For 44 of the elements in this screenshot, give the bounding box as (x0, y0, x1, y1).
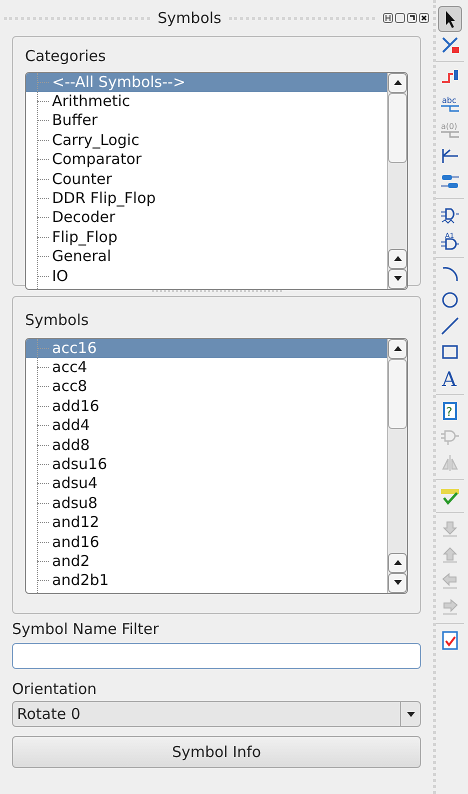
list-item[interactable]: and16 (26, 532, 387, 552)
list-item[interactable]: and12 (26, 513, 387, 532)
up-arrow-icon (394, 560, 402, 565)
list-item[interactable]: Decoder (26, 208, 387, 228)
list-item[interactable]: Carry_Logic (26, 130, 387, 150)
pointer-icon[interactable] (438, 6, 462, 32)
list-item[interactable]: Buffer (26, 111, 387, 131)
float-icon[interactable] (383, 13, 394, 23)
list-item[interactable]: add8 (26, 435, 387, 455)
up-arrow-icon (394, 80, 402, 85)
list-item[interactable]: adsu8 (26, 494, 387, 514)
panel-title: Symbols (158, 8, 222, 29)
list-item[interactable]: Comparator (26, 150, 387, 170)
list-item[interactable]: add4 (26, 416, 387, 436)
filter-input[interactable] (12, 642, 421, 668)
field-label: Symbol Name Filter (12, 619, 159, 640)
close-icon[interactable] (419, 13, 430, 23)
section-label: Categories (24, 46, 107, 67)
down-arrow-icon (394, 276, 402, 281)
symbol-info-button[interactable]: Symbol Info (12, 736, 421, 768)
orientation-dropdown[interactable]: Rotate 0 (12, 701, 421, 727)
list-item[interactable]: Flip_Flop (26, 228, 387, 248)
list-item[interactable]: add16 (26, 396, 387, 416)
list-item[interactable]: General (26, 247, 387, 266)
list-item[interactable]: and2b1 (26, 571, 387, 591)
maximize-icon[interactable] (395, 13, 406, 23)
field-label: Orientation (12, 678, 97, 700)
list-item[interactable]: acc4 (26, 358, 387, 378)
list-item[interactable]: adsu16 (26, 454, 387, 474)
list-item[interactable]: IO (26, 266, 387, 286)
list-item[interactable]: DDR Flip_Flop (26, 188, 387, 208)
list-item[interactable]: Counter (26, 169, 387, 189)
down-arrow-icon (394, 580, 402, 585)
list-item[interactable]: Arithmetic (26, 92, 387, 112)
scrollbar[interactable] (387, 72, 407, 288)
list-item[interactable]: adsu4 (26, 474, 387, 494)
list-item[interactable]: acc8 (26, 377, 387, 397)
restore-icon[interactable] (407, 13, 418, 23)
dropdown-arrow-icon (406, 712, 414, 716)
section-label: Symbols (24, 310, 90, 331)
up-arrow-icon (394, 256, 402, 261)
list-item[interactable]: and2 (26, 552, 387, 572)
scrollbar[interactable] (387, 338, 407, 592)
up-arrow-icon (394, 346, 402, 351)
